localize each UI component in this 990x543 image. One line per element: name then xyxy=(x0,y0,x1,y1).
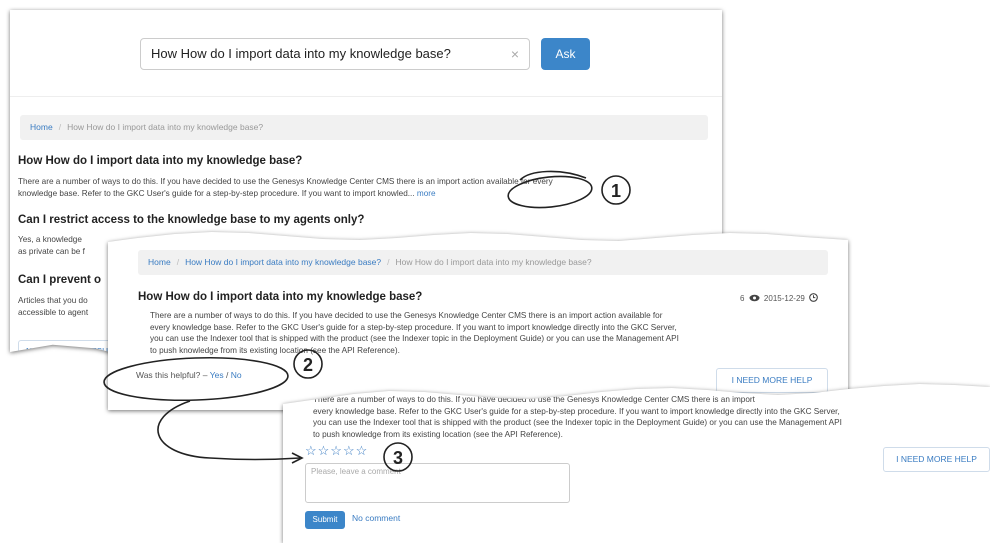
annotation-overlay: 1 2 3 xyxy=(103,170,631,472)
highlight-ellipse xyxy=(507,175,593,209)
highlight-ellipse xyxy=(103,356,289,402)
highlight-stroke xyxy=(519,170,587,181)
connector-arrow xyxy=(157,400,301,461)
callout-number: 2 xyxy=(303,355,313,375)
callout-number: 3 xyxy=(393,448,403,468)
callout-number: 1 xyxy=(611,181,621,201)
